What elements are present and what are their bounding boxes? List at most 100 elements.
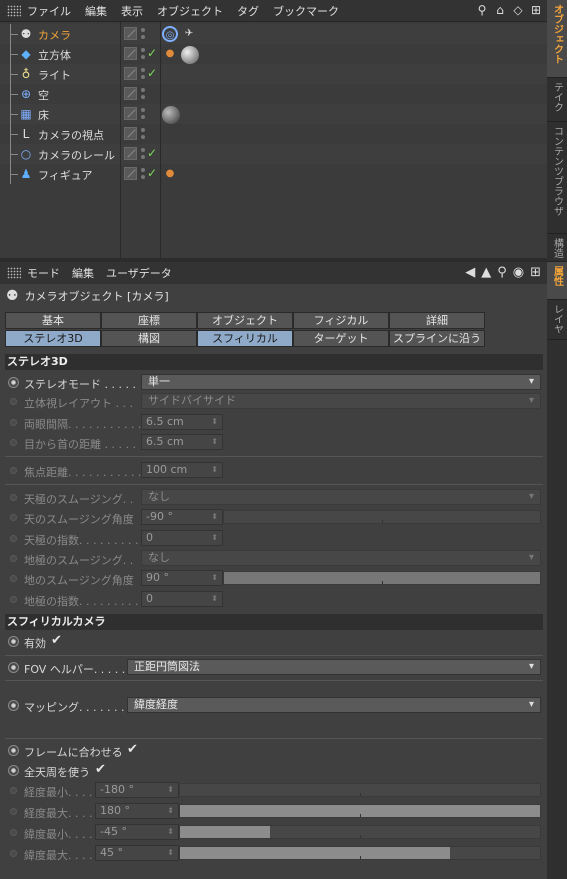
animate-radio[interactable] (10, 808, 17, 815)
animate-radio[interactable] (10, 596, 17, 603)
layer-swatch[interactable] (124, 87, 137, 100)
animate-radio[interactable] (10, 419, 17, 426)
mapping-dropdown[interactable]: 緯度経度 (127, 697, 541, 713)
fit-frame-checkbox[interactable]: ✔ (127, 742, 138, 757)
animate-radio[interactable] (8, 377, 19, 388)
menu-edit[interactable]: 編集 (85, 3, 107, 19)
layer-swatch[interactable] (124, 127, 137, 140)
animate-radio[interactable] (10, 439, 17, 446)
stereo-layout-dropdown[interactable]: サイドバイサイド (141, 393, 541, 409)
menu-userdata[interactable]: ユーザデータ (106, 265, 172, 281)
lon-min-field[interactable]: -180 ° (95, 782, 179, 798)
lon-max-slider[interactable] (179, 804, 541, 818)
layer-swatch[interactable] (124, 147, 137, 160)
visibility-dots[interactable] (141, 67, 145, 80)
zenith-angle-slider[interactable] (223, 510, 541, 524)
animate-radio[interactable] (10, 514, 17, 521)
visibility-dots[interactable] (141, 147, 145, 160)
menu-tag[interactable]: タグ (237, 3, 259, 19)
visibility-dots[interactable] (141, 167, 145, 180)
eye-neck-field[interactable]: 6.5 cm (141, 434, 223, 450)
stereo-mode-dropdown[interactable]: 単一 (141, 374, 541, 390)
tab-details[interactable]: 詳細 (389, 312, 485, 329)
tab-target[interactable]: ターゲット (293, 330, 389, 347)
animate-radio[interactable] (8, 765, 19, 776)
nadir-smoothing-dropdown[interactable]: なし (141, 550, 541, 566)
nadir-angle-field[interactable]: 90 ° (141, 570, 223, 586)
new-window-icon[interactable]: ⊞ (529, 3, 543, 17)
tab-stereo3d[interactable]: ステレオ3D (5, 330, 101, 347)
phong-tag-icon[interactable]: ● (162, 46, 178, 62)
tab-spherical[interactable]: スフィリカル (197, 330, 293, 347)
animate-radio[interactable] (10, 555, 17, 562)
side-tab-attributes[interactable]: 属性 (547, 262, 567, 300)
side-tab-content-browser[interactable]: コンテンツブラウザ (547, 122, 567, 234)
protection-tag-icon[interactable]: ✈ (181, 26, 197, 42)
object-row-figure[interactable]: ♟ フィギュア ✓ ● (0, 164, 547, 184)
layer-swatch[interactable] (124, 167, 137, 180)
lat-min-slider[interactable] (179, 825, 541, 839)
enabled-check-icon[interactable]: ✓ (147, 66, 157, 80)
menu-bookmark[interactable]: ブックマーク (273, 3, 339, 19)
side-tab-takes[interactable]: テイク (547, 78, 567, 122)
nadir-exponent-field[interactable]: 0 (141, 591, 223, 607)
menu-file[interactable]: ファイル (27, 3, 71, 19)
focus-distance-field[interactable]: 100 cm (141, 462, 223, 478)
side-tab-objects[interactable]: オブジェクト (547, 0, 567, 78)
side-tab-layers[interactable]: レイヤ (547, 300, 567, 340)
up-arrow-icon[interactable]: ▲ (481, 265, 491, 280)
animate-radio[interactable] (10, 535, 17, 542)
lon-max-field[interactable]: 180 ° (95, 803, 179, 819)
visibility-dots[interactable] (141, 87, 145, 100)
panel-grip-icon[interactable] (7, 267, 21, 279)
object-row-camera[interactable]: ⚉ カメラ ◎ ✈ (0, 24, 547, 44)
target-tag-icon[interactable]: ◎ (162, 26, 178, 42)
home-icon[interactable]: ⌂ (493, 3, 507, 17)
animate-radio[interactable] (10, 467, 17, 474)
visibility-dots[interactable] (141, 27, 145, 40)
animate-radio[interactable] (10, 575, 17, 582)
object-row-light[interactable]: ♁ ライト ✓ (0, 64, 547, 84)
menu-object[interactable]: オブジェクト (157, 3, 223, 19)
nadir-angle-slider[interactable] (223, 571, 541, 585)
layer-swatch[interactable] (124, 67, 137, 80)
search-icon[interactable]: ⚲ (497, 265, 507, 280)
object-row-cube[interactable]: ◆ 立方体 ✓ ● (0, 44, 547, 64)
tab-align-to-spline[interactable]: スプラインに沿う (389, 330, 485, 347)
enabled-check-icon[interactable]: ✓ (147, 146, 157, 160)
animate-radio[interactable] (10, 494, 17, 501)
animate-radio[interactable] (10, 787, 17, 794)
visibility-dots[interactable] (141, 47, 145, 60)
full-dome-checkbox[interactable]: ✔ (95, 762, 106, 777)
layer-swatch[interactable] (124, 27, 137, 40)
menu-edit[interactable]: 編集 (72, 265, 94, 281)
animate-radio[interactable] (10, 850, 17, 857)
back-arrow-icon[interactable]: ◀ (465, 265, 475, 280)
tab-physical[interactable]: フィジカル (293, 312, 389, 329)
panel-grip-icon[interactable] (7, 4, 21, 17)
eye-separation-field[interactable]: 6.5 cm (141, 414, 223, 430)
object-row-camera-target[interactable]: L カメラの視点 (0, 124, 547, 144)
phong-tag-icon[interactable]: ● (162, 166, 178, 182)
enabled-check-icon[interactable]: ✓ (147, 46, 157, 60)
lat-max-slider[interactable] (179, 846, 541, 860)
animate-radio[interactable] (10, 829, 17, 836)
material-tag-icon[interactable] (162, 106, 180, 124)
animate-radio[interactable] (8, 700, 19, 711)
animate-radio[interactable] (8, 745, 19, 756)
tab-basic[interactable]: 基本 (5, 312, 101, 329)
lat-min-field[interactable]: -45 ° (95, 824, 179, 840)
search-icon[interactable]: ⚲ (475, 3, 489, 17)
tab-coords[interactable]: 座標 (101, 312, 197, 329)
enabled-check-icon[interactable]: ✓ (147, 166, 157, 180)
menu-mode[interactable]: モード (27, 265, 60, 281)
animate-radio[interactable] (8, 636, 19, 647)
lat-max-field[interactable]: 45 ° (95, 845, 179, 861)
new-window-icon[interactable]: ⊞ (530, 265, 541, 280)
visibility-dots[interactable] (141, 107, 145, 120)
fov-helper-dropdown[interactable]: 正距円筒図法 (127, 659, 541, 675)
material-tag-icon[interactable] (181, 46, 199, 64)
menu-view[interactable]: 表示 (121, 3, 143, 19)
zenith-exponent-field[interactable]: 0 (141, 530, 223, 546)
lock-target-icon[interactable]: ◉ (513, 265, 524, 280)
